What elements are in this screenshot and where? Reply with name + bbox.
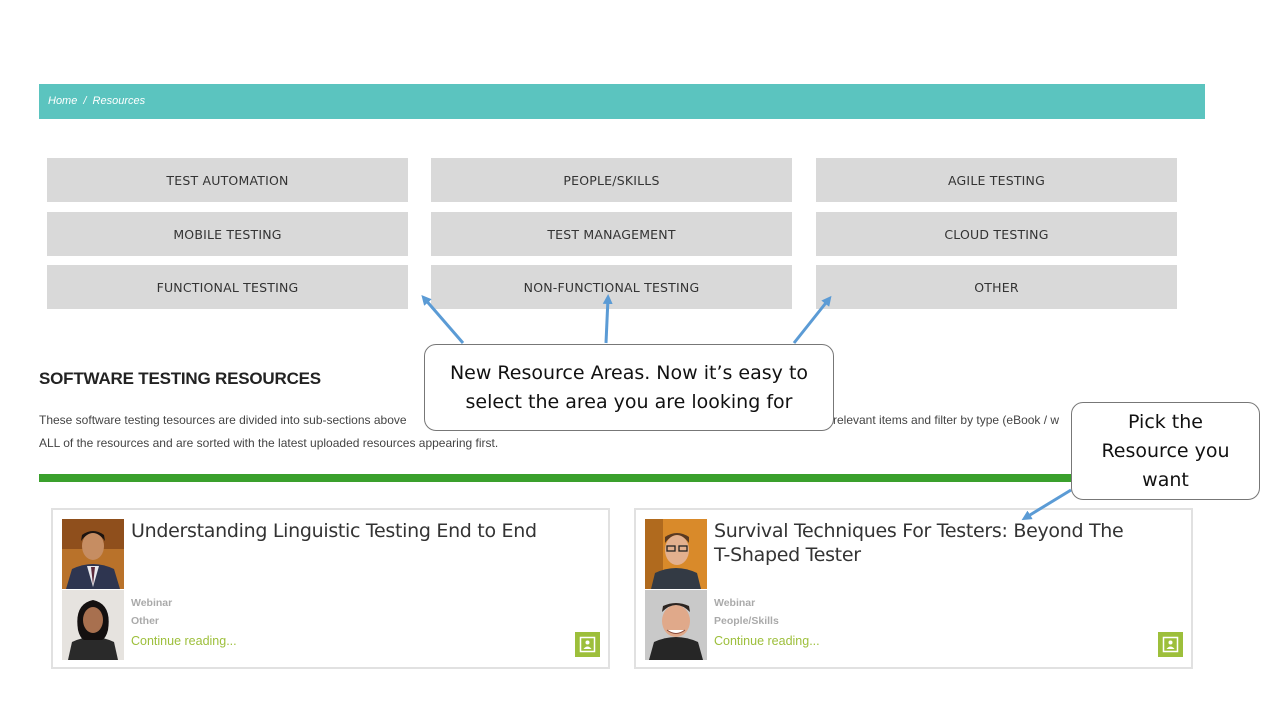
breadcrumb-home-link[interactable]: Home — [48, 95, 77, 107]
section-divider — [39, 474, 1205, 482]
resource-category: Other — [131, 615, 160, 627]
category-test-management-button[interactable]: TEST MANAGEMENT — [431, 212, 792, 256]
category-functional-testing-button[interactable]: FUNCTIONAL TESTING — [47, 265, 408, 309]
resource-type: Webinar — [131, 597, 173, 609]
category-mobile-testing-button[interactable]: MOBILE TESTING — [47, 212, 408, 256]
section-title: SOFTWARE TESTING RESOURCES — [39, 369, 321, 388]
callout-text: Resource you — [1101, 439, 1230, 462]
presenter-avatar — [62, 590, 124, 660]
presenter-avatar — [645, 590, 707, 660]
description-line-2: ALL of the resources and are sorted with… — [39, 436, 499, 450]
pick-resource-callout: Pick the Resource you want — [1071, 402, 1260, 500]
resource-title-link[interactable]: Understanding Linguistic Testing End to … — [131, 519, 558, 543]
resource-category: People/Skills — [714, 615, 779, 627]
resource-areas-callout: New Resource Areas. Now it’s easy to sel… — [424, 344, 834, 431]
resource-card[interactable]: Survival Techniques For Testers: Beyond … — [634, 508, 1193, 669]
presenter-avatar — [62, 519, 124, 589]
presentation-icon[interactable] — [575, 632, 600, 657]
category-other-button[interactable]: OTHER — [816, 265, 1177, 309]
callout-text: select the area you are looking for — [465, 390, 793, 413]
category-cloud-testing-button[interactable]: CLOUD TESTING — [816, 212, 1177, 256]
resource-type: Webinar — [714, 597, 756, 609]
category-agile-testing-button[interactable]: AGILE TESTING — [816, 158, 1177, 202]
breadcrumb-separator: / — [83, 95, 87, 107]
callout-text: Pick the — [1128, 410, 1203, 433]
description-line-1-end: relevant items and filter by type (eBook… — [833, 413, 1060, 427]
resource-title-link[interactable]: Survival Techniques For Testers: Beyond … — [714, 519, 1141, 567]
breadcrumb: Home / Resources — [39, 84, 1205, 119]
presenter-avatar — [645, 519, 707, 589]
continue-reading-link[interactable]: Continue reading... — [131, 634, 237, 648]
category-test-automation-button[interactable]: TEST AUTOMATION — [47, 158, 408, 202]
breadcrumb-current: Resources — [92, 95, 146, 107]
callout-text: want — [1142, 468, 1189, 491]
category-non-functional-testing-button[interactable]: NON-FUNCTIONAL TESTING — [431, 265, 792, 309]
continue-reading-link[interactable]: Continue reading... — [714, 634, 820, 648]
presentation-icon[interactable] — [1158, 632, 1183, 657]
category-people-skills-button[interactable]: PEOPLE/SKILLS — [431, 158, 792, 202]
callout-text: New Resource Areas. Now it’s easy to — [449, 361, 809, 384]
resource-card[interactable]: Understanding Linguistic Testing End to … — [51, 508, 610, 669]
